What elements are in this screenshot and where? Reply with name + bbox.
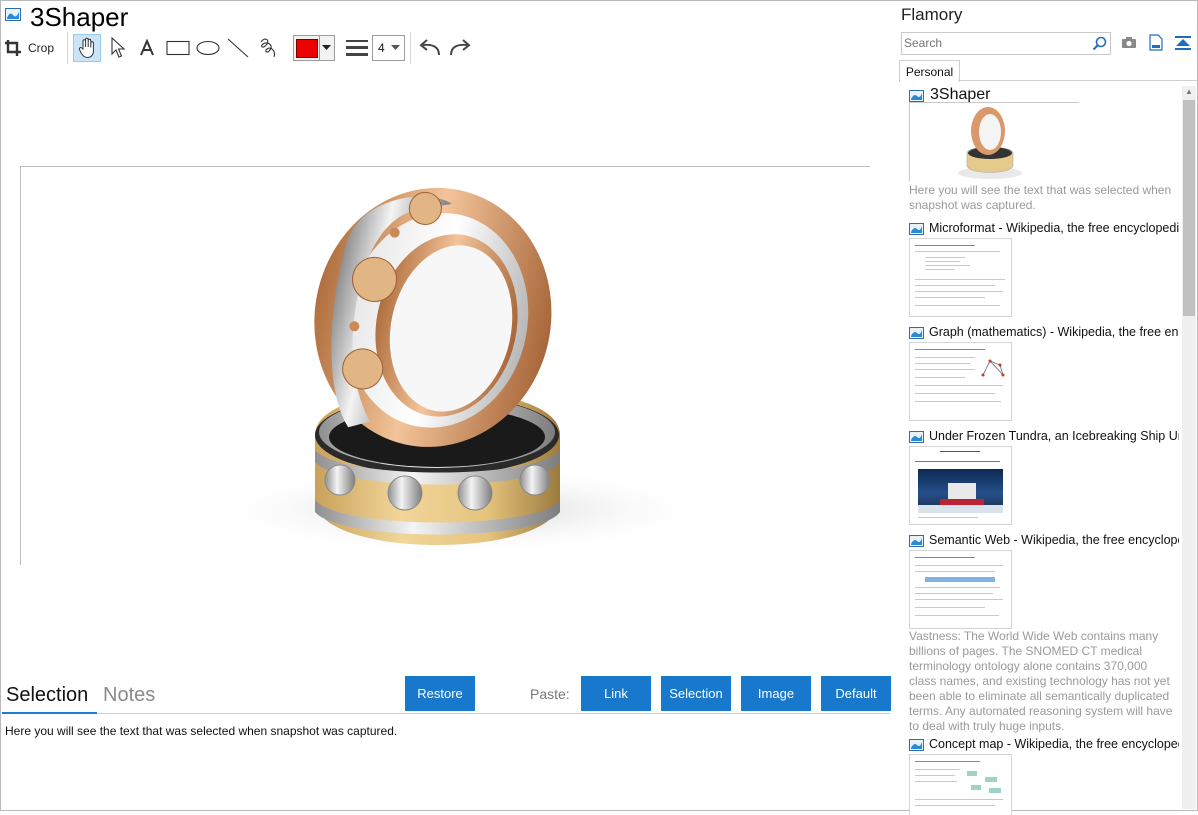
snapshot-icon	[909, 90, 924, 102]
snapshot-description: Here you will see the text that was sele…	[909, 183, 1172, 212]
tabs-divider	[2, 713, 890, 714]
text-tool-button[interactable]	[133, 34, 161, 62]
snapshot-icon	[909, 431, 924, 443]
paste-default-button[interactable]: Default	[821, 676, 891, 711]
hand-tool-button[interactable]	[73, 34, 101, 62]
rings-image	[200, 187, 720, 555]
freehand-icon	[260, 38, 275, 58]
snapshot-icon	[909, 223, 924, 235]
scrollbar-thumb[interactable]	[1183, 100, 1195, 316]
line-width-value: 4	[378, 41, 385, 55]
sidebar-title: Flamory	[901, 5, 963, 24]
document-icon[interactable]	[1149, 34, 1163, 51]
chevron-down-icon	[391, 45, 400, 50]
text-icon	[140, 39, 154, 56]
line-width-select[interactable]: 4	[372, 35, 405, 61]
snapshot-title[interactable]: Graph (mathematics) - Wikipedia, the fre…	[929, 325, 1179, 339]
selection-text[interactable]: Here you will see the text that was sele…	[5, 724, 397, 738]
tab-strip-divider	[958, 80, 1197, 81]
ellipse-icon	[196, 40, 220, 56]
line-width-button[interactable]	[343, 34, 371, 62]
paste-selection-button[interactable]: Selection	[661, 676, 731, 711]
rectangle-icon	[166, 40, 190, 56]
camera-icon[interactable]	[1121, 36, 1137, 49]
scroll-up-arrow[interactable]: ▲	[1182, 86, 1196, 98]
toolbar-separator	[410, 32, 411, 64]
redo-button[interactable]	[446, 34, 474, 62]
freehand-tool-button[interactable]	[254, 34, 282, 62]
color-picker-divider	[319, 36, 320, 60]
search-input[interactable]	[904, 35, 1084, 51]
chevron-down-icon	[322, 45, 331, 50]
undo-icon	[419, 39, 440, 56]
ship-photo	[918, 469, 1003, 513]
snapshot-thumbnail[interactable]	[955, 103, 1025, 181]
toolbar-separator	[67, 32, 68, 64]
restore-button[interactable]: Restore	[405, 676, 475, 711]
snapshot-icon	[909, 739, 924, 751]
snapshot-icon	[909, 535, 924, 547]
crop-label: Crop	[28, 41, 55, 55]
hand-icon	[78, 37, 94, 59]
snapshot-thumbnail[interactable]	[909, 754, 1012, 815]
line-icon	[227, 38, 249, 58]
ellipse-tool-button[interactable]	[194, 34, 222, 62]
graph-diagram	[981, 359, 1005, 377]
undo-button[interactable]	[416, 34, 444, 62]
line-tool-button[interactable]	[224, 34, 252, 62]
color-swatch	[296, 39, 318, 58]
concept-map-diagram	[965, 769, 1005, 795]
color-picker[interactable]	[293, 35, 335, 61]
tab-selection[interactable]: Selection	[6, 684, 88, 707]
snapshot-thumbnail[interactable]	[909, 238, 1012, 317]
paste-label: Paste:	[530, 686, 570, 702]
active-tab-indicator	[2, 712, 97, 714]
tab-personal[interactable]: Personal	[899, 60, 960, 82]
rectangle-tool-button[interactable]	[164, 34, 192, 62]
app-title: 3Shaper	[30, 2, 129, 32]
snapshot-title[interactable]: Microformat - Wikipedia, the free encycl…	[929, 221, 1179, 235]
line-width-icon	[346, 40, 368, 56]
redo-icon	[450, 39, 471, 56]
paste-image-button[interactable]: Image	[741, 676, 811, 711]
snapshot-icon	[909, 327, 924, 339]
snapshot-thumbnail[interactable]	[909, 342, 1012, 421]
crop-icon	[5, 40, 21, 56]
select-tool-button[interactable]	[104, 34, 132, 62]
search-box[interactable]	[901, 32, 1111, 55]
thumbnail-border	[909, 103, 910, 181]
snapshot-description: Vastness: The World Wide Web contains ma…	[909, 629, 1173, 733]
arrow-pointer-icon	[111, 37, 126, 58]
app-icon	[5, 8, 21, 21]
paste-link-button[interactable]: Link	[581, 676, 651, 711]
collapse-panel-icon[interactable]	[1175, 36, 1191, 50]
snapshot-title[interactable]: Concept map - Wikipedia, the free encycl…	[929, 737, 1179, 751]
search-icon[interactable]	[1092, 36, 1107, 51]
snapshot-title[interactable]: Semantic Web - Wikipedia, the free encyc…	[929, 533, 1179, 547]
snapshot-title[interactable]: Under Frozen Tundra, an Icebreaking Ship…	[929, 429, 1179, 443]
snapshot-thumbnail[interactable]	[909, 446, 1012, 525]
crop-button[interactable]: Crop	[4, 34, 58, 62]
tab-notes[interactable]: Notes	[103, 684, 155, 707]
snapshot-thumbnail[interactable]	[909, 550, 1012, 629]
